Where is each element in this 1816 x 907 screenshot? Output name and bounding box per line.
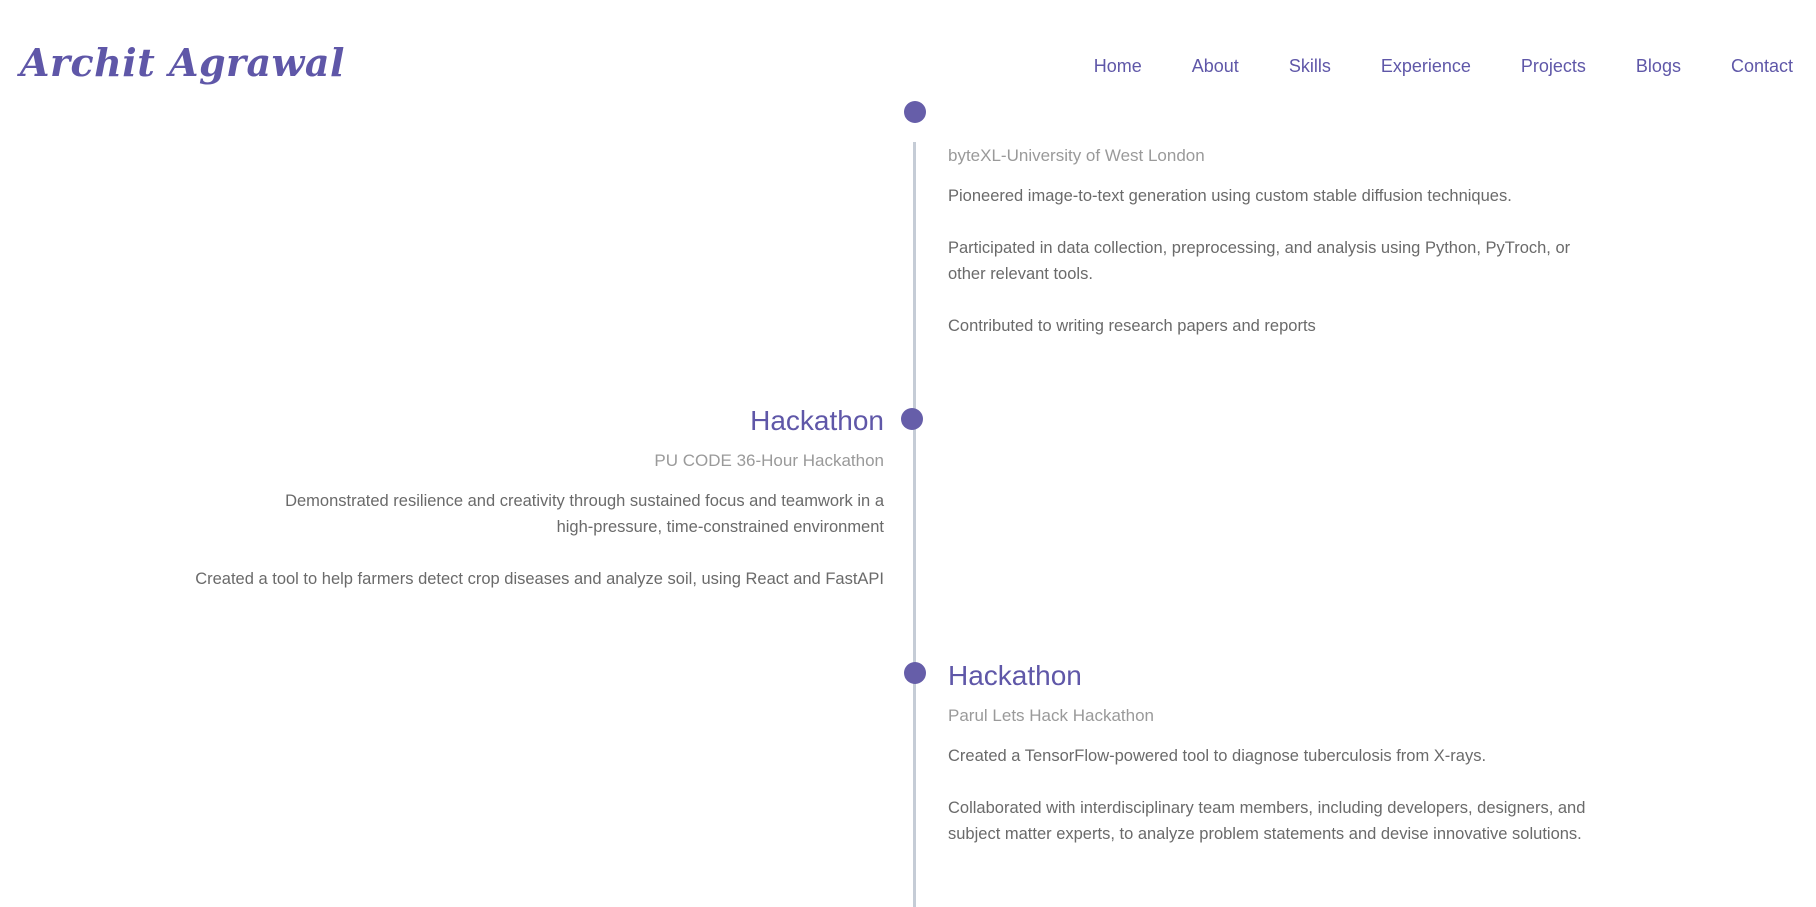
main-nav: Home About Skills Experience Projects Bl… xyxy=(1044,56,1793,77)
entry-point: Created a tool to help farmers detect cr… xyxy=(195,570,884,588)
page: byteXL-University of West London Pioneer… xyxy=(0,0,1816,907)
timeline-dot xyxy=(904,662,926,684)
entry-point: Collaborated with interdisciplinary team… xyxy=(948,799,1586,843)
timeline-entry-1: byteXL-University of West London Pioneer… xyxy=(948,145,1618,365)
entry-point: Contributed to writing research papers a… xyxy=(948,317,1316,335)
nav-experience-link[interactable]: Experience xyxy=(1331,56,1471,77)
nav-about-link[interactable]: About xyxy=(1142,56,1239,77)
entry-point: Pioneered image-to-text generation using… xyxy=(948,187,1512,205)
entry-title: Hackathon xyxy=(948,660,1082,691)
entry-organization: PU CODE 36-Hour Hackathon xyxy=(654,451,884,470)
entry-organization: Parul Lets Hack Hackathon xyxy=(948,706,1154,725)
timeline-entry-2: Hackathon PU CODE 36-Hour Hackathon Demo… xyxy=(164,404,884,618)
entry-point: Participated in data collection, preproc… xyxy=(948,239,1571,283)
nav-skills-link[interactable]: Skills xyxy=(1239,56,1331,77)
timeline-dot xyxy=(901,408,923,430)
entry-point: Demonstrated resilience and creativity t… xyxy=(285,492,884,536)
entry-organization: byteXL-University of West London xyxy=(948,146,1205,165)
entry-title: Hackathon xyxy=(750,405,884,436)
timeline-dot xyxy=(904,101,926,123)
nav-home-link[interactable]: Home xyxy=(1044,56,1142,77)
site-header: Archit Agrawal Home About Skills Experie… xyxy=(0,0,1816,100)
nav-projects-link[interactable]: Projects xyxy=(1471,56,1586,77)
entry-point: Created a TensorFlow-powered tool to dia… xyxy=(948,747,1487,765)
site-logo[interactable]: Archit Agrawal xyxy=(20,40,345,85)
timeline-entry-3: Hackathon Parul Lets Hack Hackathon Crea… xyxy=(948,659,1618,873)
nav-contact-link[interactable]: Contact xyxy=(1681,56,1793,77)
timeline-line xyxy=(913,142,916,907)
nav-blogs-link[interactable]: Blogs xyxy=(1586,56,1681,77)
